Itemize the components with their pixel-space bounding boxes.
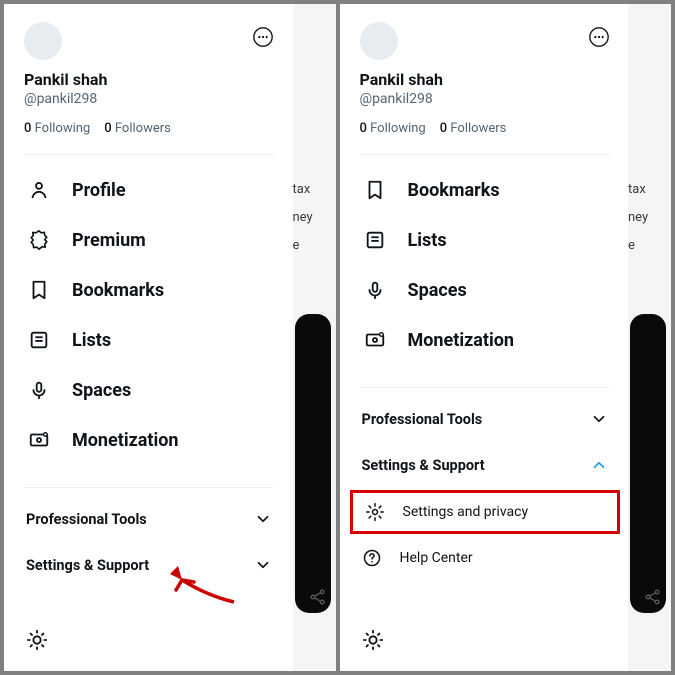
- sun-icon: [362, 636, 384, 655]
- section-professional-tools[interactable]: Professional Tools: [340, 396, 630, 442]
- list-icon: [364, 229, 386, 251]
- section-label: Settings & Support: [362, 457, 485, 474]
- section-settings-support[interactable]: Settings & Support: [4, 542, 294, 588]
- expanded-label: Help Center: [400, 550, 473, 566]
- bg-text-fragment: ney: [628, 204, 671, 232]
- more-circle-icon: [252, 26, 274, 48]
- menu-label: Spaces: [72, 380, 131, 401]
- avatar[interactable]: [360, 22, 398, 60]
- theme-toggle[interactable]: [4, 621, 294, 661]
- screenshot-right: Pankil shah @pankil298 0 Following 0 Fol…: [340, 4, 672, 671]
- person-icon: [28, 179, 50, 201]
- background-content: tax ney e: [628, 4, 671, 671]
- drawer-header: Pankil shah @pankil298 0 Following 0 Fol…: [340, 22, 630, 136]
- bg-text-fragment: tax: [628, 176, 671, 204]
- secondary-sections: Professional Tools Settings & Support: [4, 494, 294, 590]
- primary-menu: Profile Premium Bookmarks Lists Spaces M…: [4, 161, 294, 469]
- mic-icon: [364, 279, 386, 301]
- menu-label: Bookmarks: [408, 180, 500, 201]
- bg-card: [630, 314, 666, 613]
- badge-icon: [28, 229, 50, 251]
- menu-label: Bookmarks: [72, 280, 164, 301]
- bg-text-fragment: e: [293, 232, 336, 260]
- more-accounts-button[interactable]: [252, 26, 274, 48]
- bg-text-fragment: tax: [293, 176, 336, 204]
- menu-label: Premium: [72, 230, 146, 251]
- menu-item-lists[interactable]: Lists: [340, 215, 630, 265]
- chevron-down-icon: [590, 410, 608, 428]
- display-name[interactable]: Pankil shah: [360, 70, 610, 89]
- section-settings-support[interactable]: Settings & Support: [340, 442, 630, 488]
- divider: [24, 154, 274, 155]
- menu-label: Spaces: [408, 280, 467, 301]
- list-icon: [28, 329, 50, 351]
- menu-item-bookmarks[interactable]: Bookmarks: [4, 265, 294, 315]
- menu-item-spaces[interactable]: Spaces: [340, 265, 630, 315]
- money-icon: [364, 329, 386, 351]
- menu-item-bookmarks[interactable]: Bookmarks: [340, 165, 630, 215]
- sun-icon: [26, 636, 48, 655]
- gear-icon: [365, 502, 385, 522]
- bookmark-icon: [364, 179, 386, 201]
- secondary-sections: Professional Tools Settings & Support Se…: [340, 394, 630, 582]
- bookmark-icon: [28, 279, 50, 301]
- following-link[interactable]: 0 Following: [360, 121, 426, 136]
- menu-item-premium[interactable]: Premium: [4, 215, 294, 265]
- menu-item-monetization[interactable]: Monetization: [4, 415, 294, 465]
- money-icon: [28, 429, 50, 451]
- share-icon: [643, 587, 663, 607]
- more-circle-icon: [588, 26, 610, 48]
- divider: [360, 387, 610, 388]
- screenshot-left: Pankil shah @pankil298 0 Following 0 Fol…: [4, 4, 336, 671]
- followers-link[interactable]: 0 Followers: [104, 121, 171, 136]
- nav-drawer: Pankil shah @pankil298 0 Following 0 Fol…: [4, 4, 294, 671]
- nav-drawer: Pankil shah @pankil298 0 Following 0 Fol…: [340, 4, 630, 671]
- divider: [24, 487, 274, 488]
- primary-menu: Bookmarks Lists Spaces Monetization: [340, 161, 630, 369]
- menu-label: Lists: [408, 230, 447, 251]
- following-link[interactable]: 0 Following: [24, 121, 90, 136]
- drawer-header: Pankil shah @pankil298 0 Following 0 Fol…: [4, 22, 294, 136]
- bg-card: [295, 314, 331, 613]
- section-label: Professional Tools: [26, 511, 147, 528]
- avatar[interactable]: [24, 22, 62, 60]
- divider: [360, 154, 610, 155]
- follow-stats: 0 Following 0 Followers: [360, 121, 610, 136]
- expanded-label: Settings and privacy: [403, 504, 529, 520]
- followers-link[interactable]: 0 Followers: [440, 121, 507, 136]
- menu-label: Lists: [72, 330, 111, 351]
- chevron-up-icon: [590, 456, 608, 474]
- more-accounts-button[interactable]: [588, 26, 610, 48]
- background-content: tax ney e: [293, 4, 336, 671]
- theme-toggle[interactable]: [340, 621, 630, 661]
- share-icon: [308, 587, 328, 607]
- user-handle: @pankil298: [24, 91, 274, 107]
- user-handle: @pankil298: [360, 91, 610, 107]
- help-center[interactable]: Help Center: [340, 536, 630, 580]
- section-label: Professional Tools: [362, 411, 483, 428]
- menu-label: Profile: [72, 180, 126, 201]
- menu-item-monetization[interactable]: Monetization: [340, 315, 630, 365]
- bg-text-fragment: ney: [293, 204, 336, 232]
- follow-stats: 0 Following 0 Followers: [24, 121, 274, 136]
- section-label: Settings & Support: [26, 557, 149, 574]
- bg-text-fragment: e: [628, 232, 671, 260]
- menu-label: Monetization: [408, 330, 514, 351]
- menu-item-spaces[interactable]: Spaces: [4, 365, 294, 415]
- menu-item-profile[interactable]: Profile: [4, 165, 294, 215]
- display-name[interactable]: Pankil shah: [24, 70, 274, 89]
- section-professional-tools[interactable]: Professional Tools: [4, 496, 294, 542]
- chevron-down-icon: [254, 510, 272, 528]
- mic-icon: [28, 379, 50, 401]
- help-icon: [362, 548, 382, 568]
- menu-item-lists[interactable]: Lists: [4, 315, 294, 365]
- settings-and-privacy[interactable]: Settings and privacy: [350, 490, 620, 534]
- chevron-down-icon: [254, 556, 272, 574]
- menu-label: Monetization: [72, 430, 178, 451]
